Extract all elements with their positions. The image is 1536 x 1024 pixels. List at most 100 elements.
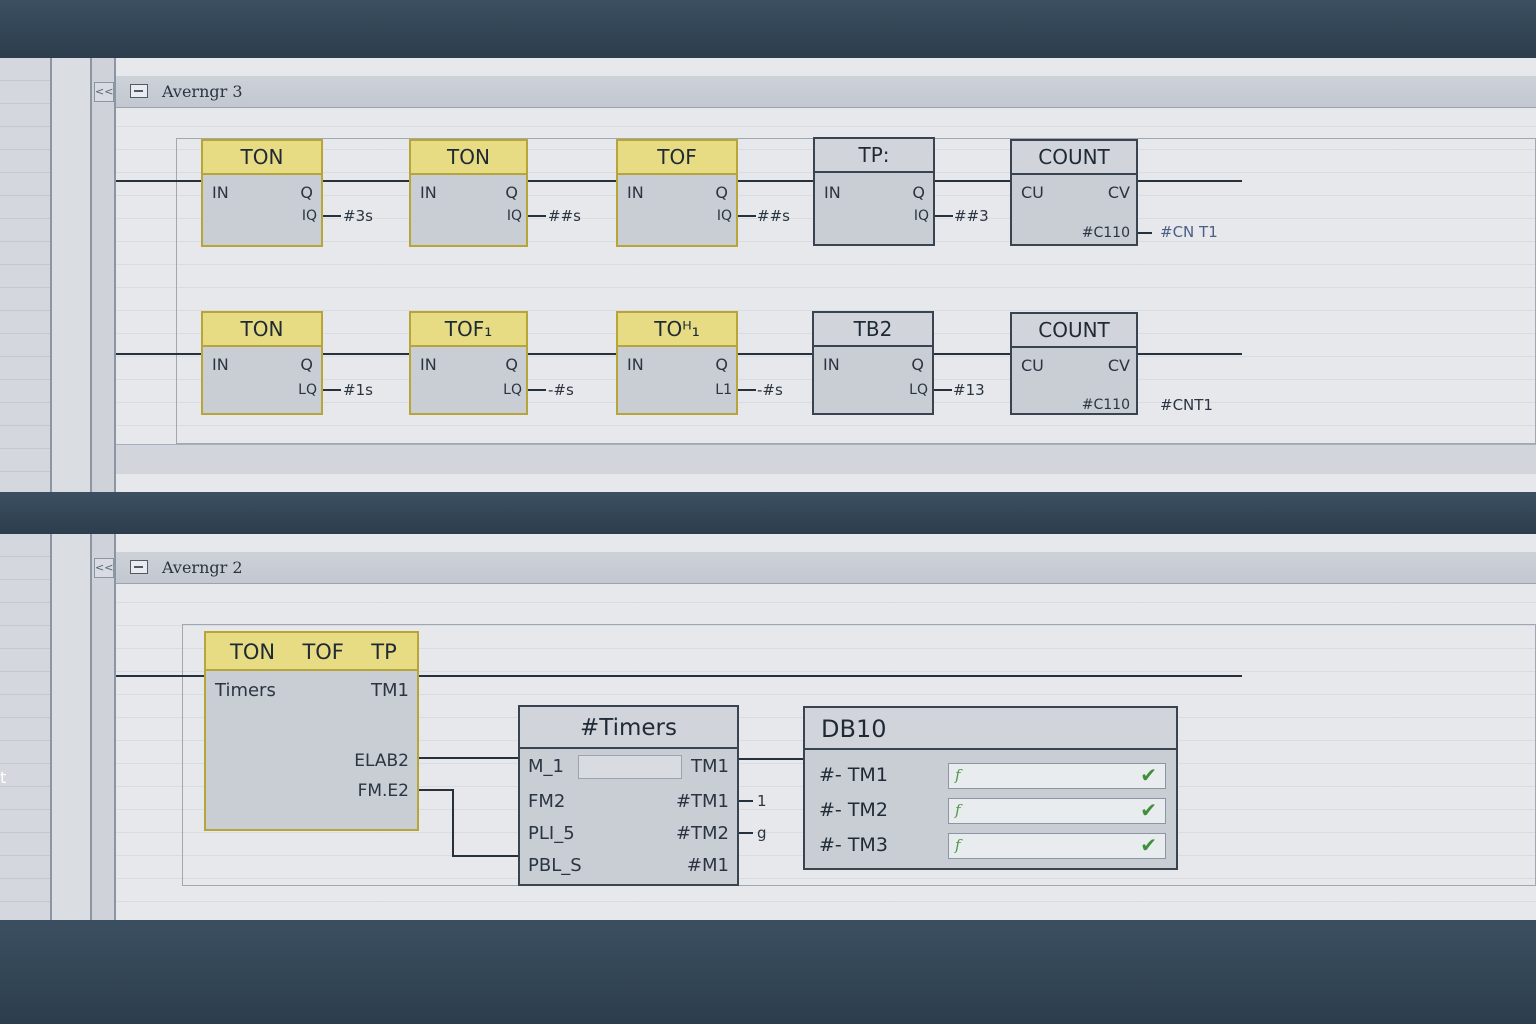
ton-timer-block[interactable]: TON IN Q IQ (409, 139, 528, 247)
output-wire (323, 389, 341, 391)
block-header: TON (203, 141, 321, 175)
header-item: TP (371, 640, 397, 664)
field-value: f (955, 801, 961, 819)
output-wire (323, 215, 341, 217)
output-operand[interactable]: g (757, 824, 767, 842)
output-operand[interactable]: #CNT1 (1160, 396, 1213, 414)
pin-sub: #C110 (1081, 397, 1130, 413)
block-header: COUNT (1012, 141, 1136, 175)
network-header[interactable]: Averngr 3 (116, 76, 1536, 108)
check-icon: ✔ (1140, 798, 1157, 822)
output-wire (934, 389, 952, 391)
check-icon: ✔ (1140, 833, 1157, 857)
pin-q: Q (912, 183, 925, 202)
block-header: TP: (815, 139, 933, 173)
output-operand[interactable]: ##s (548, 207, 581, 225)
output-wire (935, 215, 953, 217)
pin-left: PBL_S (528, 855, 582, 876)
db10-block[interactable]: DB10 #- TM1 f ✔ #- TM2 f ✔ #- TM3 f ✔ (803, 706, 1178, 870)
pin-in: IN (627, 183, 644, 202)
counter-block[interactable]: COUNT CU CV #C110 (1010, 312, 1138, 415)
collapse-network-button[interactable]: << (94, 558, 114, 578)
network-title: Averngr 3 (162, 82, 243, 101)
line-gutter (52, 534, 116, 920)
output-operand[interactable]: #1s (343, 381, 373, 399)
db-value-field[interactable]: f ✔ (948, 833, 1166, 859)
timer-selector-block[interactable]: TON TOF TP Timers TM1 ELAB2 FM.E2 (204, 631, 419, 831)
left-gutter (0, 58, 52, 492)
pin-q: Q (715, 355, 728, 374)
header-item: TON (230, 640, 276, 664)
pin-timers: Timers (215, 680, 276, 701)
network-icon (130, 84, 148, 98)
output-operand[interactable]: -#s (757, 381, 783, 399)
left-gutter (0, 534, 52, 920)
pin-q: Q (911, 355, 924, 374)
pin-out1: ELAB2 (354, 751, 409, 771)
pin-right: #TM2 (675, 823, 729, 844)
top-band (0, 0, 1536, 58)
output-operand[interactable]: #13 (953, 381, 985, 399)
pin-sub: IQ (716, 208, 732, 224)
db-value-field[interactable]: f ✔ (948, 798, 1166, 824)
pin-q: Q (505, 355, 518, 374)
bottom-band (0, 920, 1536, 1024)
pin-left: PLI_5 (528, 823, 575, 844)
edge-text: t (0, 768, 7, 787)
wire (452, 789, 454, 856)
horizontal-scrollbar[interactable] (116, 444, 1536, 474)
pin-cv: CV (1107, 356, 1130, 375)
output-operand[interactable]: -#s (548, 381, 574, 399)
pin-in: IN (823, 355, 840, 374)
block-header: TON (411, 141, 526, 175)
pin-q: Q (300, 355, 313, 374)
pin-sub: IQ (913, 208, 929, 224)
pin-in: IN (627, 355, 644, 374)
pin-tm1: TM1 (371, 680, 409, 701)
output-operand[interactable]: ##3 (954, 207, 989, 225)
output-operand[interactable]: #CN T1 (1160, 223, 1218, 241)
pin-cu: CU (1021, 356, 1044, 375)
output-wire (528, 215, 546, 217)
output-operand[interactable]: 1 (757, 792, 767, 810)
block-header: TB2 (814, 313, 932, 347)
pin-right: #TM1 (675, 791, 729, 812)
db-row-label: #- TM1 (819, 764, 888, 786)
wire (452, 855, 518, 857)
pin-left: M_1 (528, 756, 564, 777)
ton-timer-block[interactable]: TON IN Q LQ (201, 311, 323, 415)
pin-field[interactable] (578, 755, 682, 779)
pin-sub: LQ (909, 382, 928, 398)
db-value-field[interactable]: f ✔ (948, 763, 1166, 789)
pin-cv: CV (1107, 183, 1130, 202)
counter-block[interactable]: COUNT CU CV #C110 (1010, 139, 1138, 246)
timers-block[interactable]: #Timers M_1 FM2 PLI_5 PBL_S TM1 #TM1 #TM… (518, 705, 739, 886)
tof-timer-block[interactable]: TOF IN Q IQ (616, 139, 738, 247)
separator-band (0, 492, 1536, 534)
pin-q: Q (715, 183, 728, 202)
header-item: TOF (302, 640, 344, 664)
block-header: TOᴴ₁ (618, 313, 736, 347)
block-header: DB10 (805, 708, 1176, 750)
tof-timer-block[interactable]: TOᴴ₁ IN Q L1 (616, 311, 738, 415)
block-header: TON (203, 313, 321, 347)
pin-sub: IQ (506, 208, 522, 224)
wire (419, 789, 453, 791)
network-header[interactable]: Averngr 2 (116, 552, 1536, 584)
tp-timer-block[interactable]: TB2 IN Q LQ (812, 311, 934, 415)
tof-timer-block[interactable]: TOF₁ IN Q LQ (409, 311, 528, 415)
db-row-label: #- TM2 (819, 799, 888, 821)
wire (419, 757, 519, 759)
tp-timer-block[interactable]: TP: IN Q IQ (813, 137, 935, 246)
output-operand[interactable]: #3s (343, 207, 373, 225)
pin-out2: FM.E2 (357, 781, 409, 801)
check-icon: ✔ (1140, 763, 1157, 787)
wire (739, 758, 804, 760)
pin-right: TM1 (691, 756, 729, 777)
pin-sub: #C110 (1081, 225, 1130, 241)
block-header: #Timers (520, 707, 737, 749)
collapse-network-button[interactable]: << (94, 82, 114, 102)
ton-timer-block[interactable]: TON IN Q IQ (201, 139, 323, 247)
output-operand[interactable]: ##s (757, 207, 790, 225)
network-icon (130, 560, 148, 574)
